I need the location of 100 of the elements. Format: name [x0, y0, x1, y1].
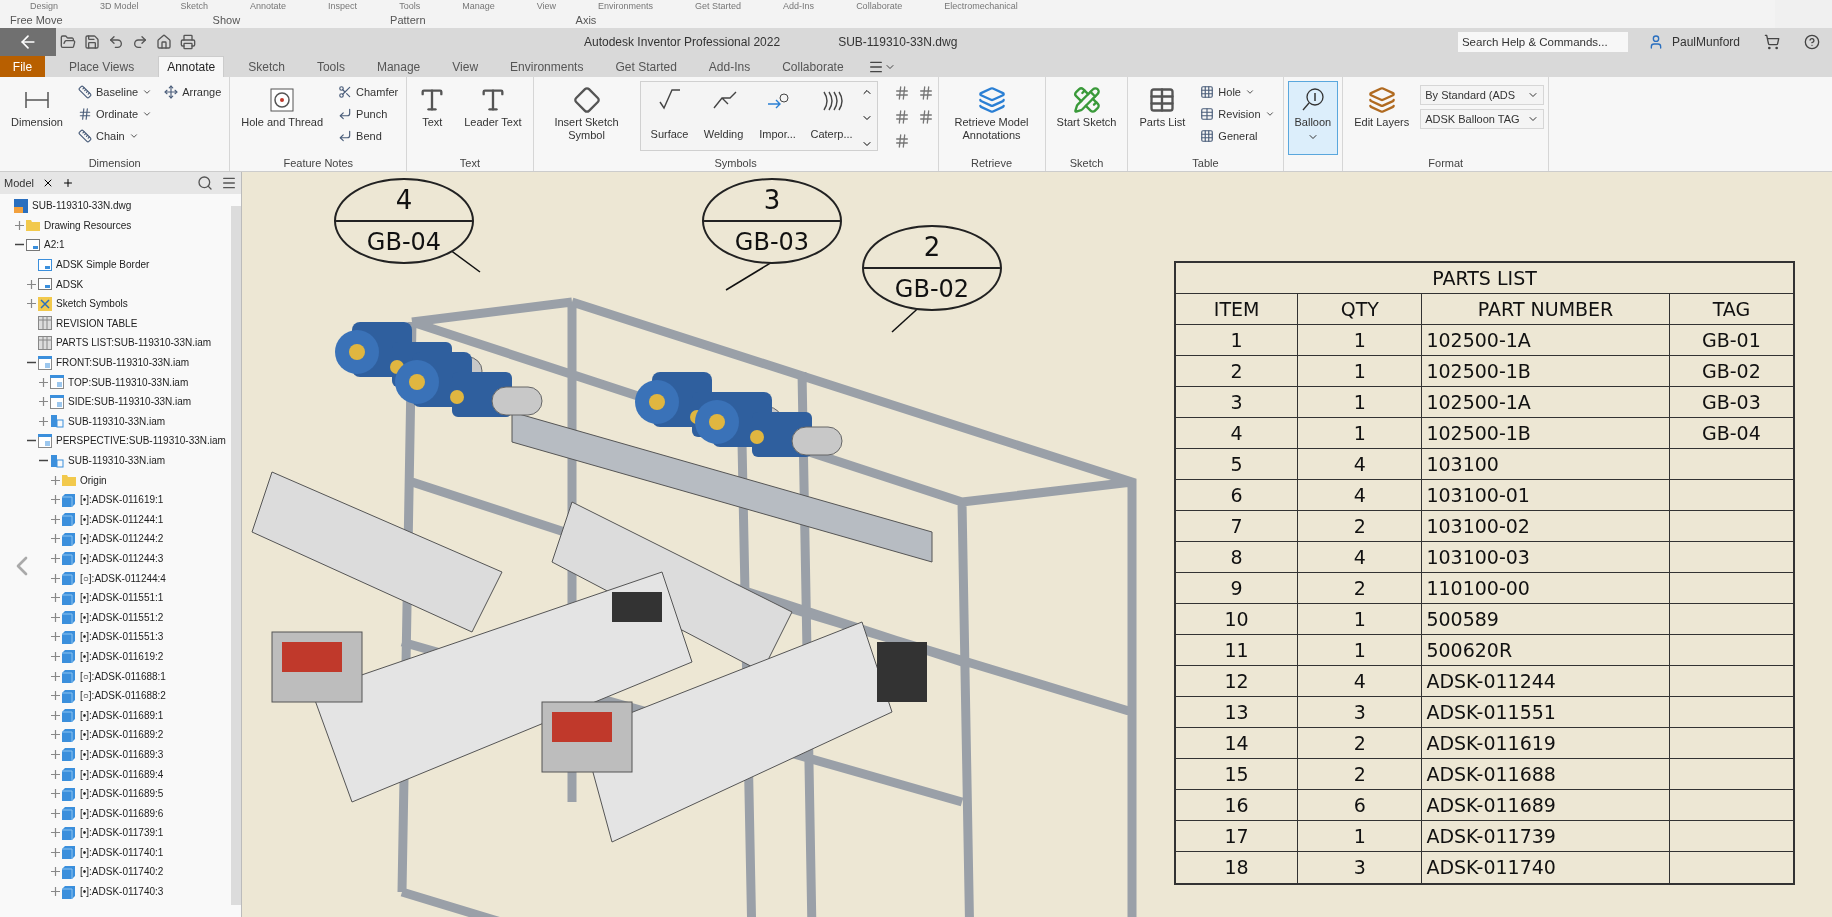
ribbon-button[interactable]: Retrieve Model Annotations	[942, 81, 1041, 155]
gallery-item[interactable]: Impor...	[752, 86, 803, 143]
ribbon-button[interactable]: Hole	[1196, 81, 1279, 103]
ribbon-button[interactable]: Edit Layers	[1347, 81, 1417, 155]
expand-icon[interactable]	[50, 573, 60, 583]
tree-item[interactable]: [•]:ADSK-011689:1	[80, 707, 164, 723]
ribbon-button[interactable]: Chain	[73, 125, 157, 147]
tree-item[interactable]: REVISION TABLE	[56, 315, 138, 331]
expand-icon[interactable]	[50, 475, 60, 485]
ribbon-button[interactable]: General	[1196, 125, 1279, 147]
ribbon-button[interactable]: Leader Text	[457, 81, 529, 155]
user-name[interactable]: PaulMunford	[1671, 33, 1740, 51]
expand-icon[interactable]	[14, 220, 24, 230]
balloon[interactable]: 4 GB-04	[334, 178, 474, 264]
help-icon[interactable]	[1804, 34, 1820, 50]
tree-item[interactable]: Origin	[80, 472, 107, 488]
ribbon-tab[interactable]: Design	[30, 0, 58, 11]
symbol-tool-icon[interactable]	[917, 109, 934, 125]
tree-item[interactable]: Sketch Symbols	[56, 296, 128, 312]
ribbon-tab[interactable]: Environments	[502, 56, 592, 77]
ribbon-button[interactable]: Hole and Thread	[234, 81, 331, 155]
ribbon-button[interactable]: Chamfer	[334, 81, 403, 103]
gallery-item[interactable]: Welding	[698, 86, 749, 143]
expand-icon[interactable]	[50, 769, 60, 779]
tree-item[interactable]: [•]:ADSK-011689:5	[80, 786, 164, 802]
tree-item[interactable]: PERSPECTIVE:SUB-119310-33N.iam	[56, 433, 226, 449]
expand-icon[interactable]	[50, 749, 60, 759]
expand-icon[interactable]	[38, 416, 48, 426]
ribbon-tab[interactable]: Collaborate	[856, 0, 903, 11]
ribbon-button[interactable]: Arrange	[160, 81, 226, 103]
ribbon-tab[interactable]: Get Started	[607, 56, 685, 77]
ribbon-button[interactable]: Revision	[1196, 103, 1279, 125]
expand-icon[interactable]	[50, 671, 60, 681]
ribbon-button[interactable]: Parts List	[1132, 81, 1193, 155]
tree-item[interactable]: [•]:ADSK-011740:2	[80, 864, 164, 880]
scrollbar[interactable]	[231, 206, 241, 905]
balloon[interactable]: 3 GB-03	[702, 178, 842, 264]
tree-item[interactable]: [•]:ADSK-011740:3	[80, 884, 164, 900]
tree-item[interactable]: [•]:ADSK-011244:2	[80, 531, 164, 547]
command-button[interactable]: Free Move	[10, 13, 63, 26]
ribbon-tab[interactable]: Environments	[598, 0, 654, 11]
ribbon-tab[interactable]: File	[0, 56, 45, 77]
ribbon-tab[interactable]: Inspect	[328, 0, 358, 11]
ribbon-tab[interactable]: View	[536, 0, 557, 11]
expand-icon[interactable]	[38, 397, 48, 407]
ribbon-button[interactable]: Dimension	[4, 81, 70, 155]
search-icon[interactable]	[197, 175, 213, 191]
ribbon-tab[interactable]: Get Started	[695, 0, 742, 11]
tree-item[interactable]: [•]:ADSK-011689:2	[80, 727, 164, 743]
tree-item[interactable]: SUB-119310-33N.iam	[68, 453, 166, 468]
tree-item[interactable]: [•]:ADSK-011244:1	[80, 511, 164, 527]
tree-item[interactable]: [•]:ADSK-011689:4	[80, 766, 164, 782]
tree-item[interactable]: [•]:ADSK-011739:1	[80, 825, 164, 841]
tree-item[interactable]: SUB-119310-33N.dwg	[32, 198, 132, 214]
expand-icon[interactable]	[26, 299, 36, 309]
command-button[interactable]: Pattern	[390, 13, 426, 26]
ribbon-button[interactable]: Bend	[334, 125, 403, 147]
tree-item[interactable]: [•]:ADSK-011740:1	[80, 844, 164, 860]
ribbon-tab[interactable]: Add-Ins	[700, 56, 759, 77]
ribbon-tab[interactable]: Tools	[308, 56, 353, 77]
tree-item[interactable]: [•]:ADSK-011244:3	[80, 551, 164, 566]
ribbon-button[interactable]: Start Sketch	[1049, 81, 1124, 155]
expand-icon[interactable]	[50, 887, 60, 897]
expand-icon[interactable]	[50, 710, 60, 720]
balloon[interactable]: 2 GB-02	[862, 225, 1002, 311]
cart-icon[interactable]	[1764, 34, 1780, 50]
tree-item[interactable]: [•]:ADSK-011619:1	[80, 492, 164, 508]
add-icon[interactable]	[61, 177, 74, 189]
toolbar-icon[interactable]	[60, 34, 76, 50]
ribbon-tab[interactable]: Add-Ins	[783, 0, 815, 11]
expand-icon[interactable]	[50, 651, 60, 661]
ribbon-tab[interactable]: Sketch	[240, 56, 293, 77]
back-button[interactable]	[0, 28, 56, 56]
toolbar-icon[interactable]	[156, 34, 172, 50]
expand-icon[interactable]	[50, 808, 60, 818]
tree-item[interactable]: [○]:ADSK-011244:4	[80, 570, 166, 586]
style-dropdown[interactable]: By Standard (ADS	[1420, 85, 1545, 105]
ribbon-tab[interactable]: View	[444, 56, 487, 77]
ribbon-button[interactable]: Baseline	[73, 81, 157, 103]
expand-icon[interactable]	[26, 279, 36, 289]
command-button[interactable]: Show	[212, 13, 241, 26]
tree-item[interactable]: [•]:ADSK-011551:2	[80, 609, 164, 625]
tree-item[interactable]: A2:1	[44, 237, 65, 253]
symbol-tool-icon[interactable]	[893, 133, 910, 149]
toolbar-icon[interactable]	[180, 34, 196, 50]
expand-icon[interactable]	[50, 789, 60, 799]
tree-item[interactable]: [•]:ADSK-011689:6	[80, 805, 164, 821]
browser-tab[interactable]: Model	[4, 174, 34, 192]
ribbon-tab[interactable]: Annotate	[250, 0, 287, 11]
tree-item[interactable]: ADSK Simple Border	[56, 257, 150, 273]
tree-item[interactable]: FRONT:SUB-119310-33N.iam	[56, 355, 190, 371]
tree-item[interactable]: PARTS LIST:SUB-119310-33N.iam	[56, 335, 212, 351]
tree-item[interactable]: SUB-119310-33N.iam	[68, 413, 166, 429]
expand-icon[interactable]	[50, 534, 60, 544]
tree-item[interactable]: [•]:ADSK-011619:2	[80, 648, 164, 664]
style-dropdown[interactable]: ADSK Balloon TAG	[1420, 109, 1545, 129]
expand-icon[interactable]	[50, 593, 60, 603]
tree-item[interactable]: TOP:SUB-119310-33N.iam	[68, 374, 189, 390]
ribbon-tab[interactable]: Place Views	[61, 56, 143, 77]
tree-item[interactable]: Drawing Resources	[44, 217, 132, 233]
